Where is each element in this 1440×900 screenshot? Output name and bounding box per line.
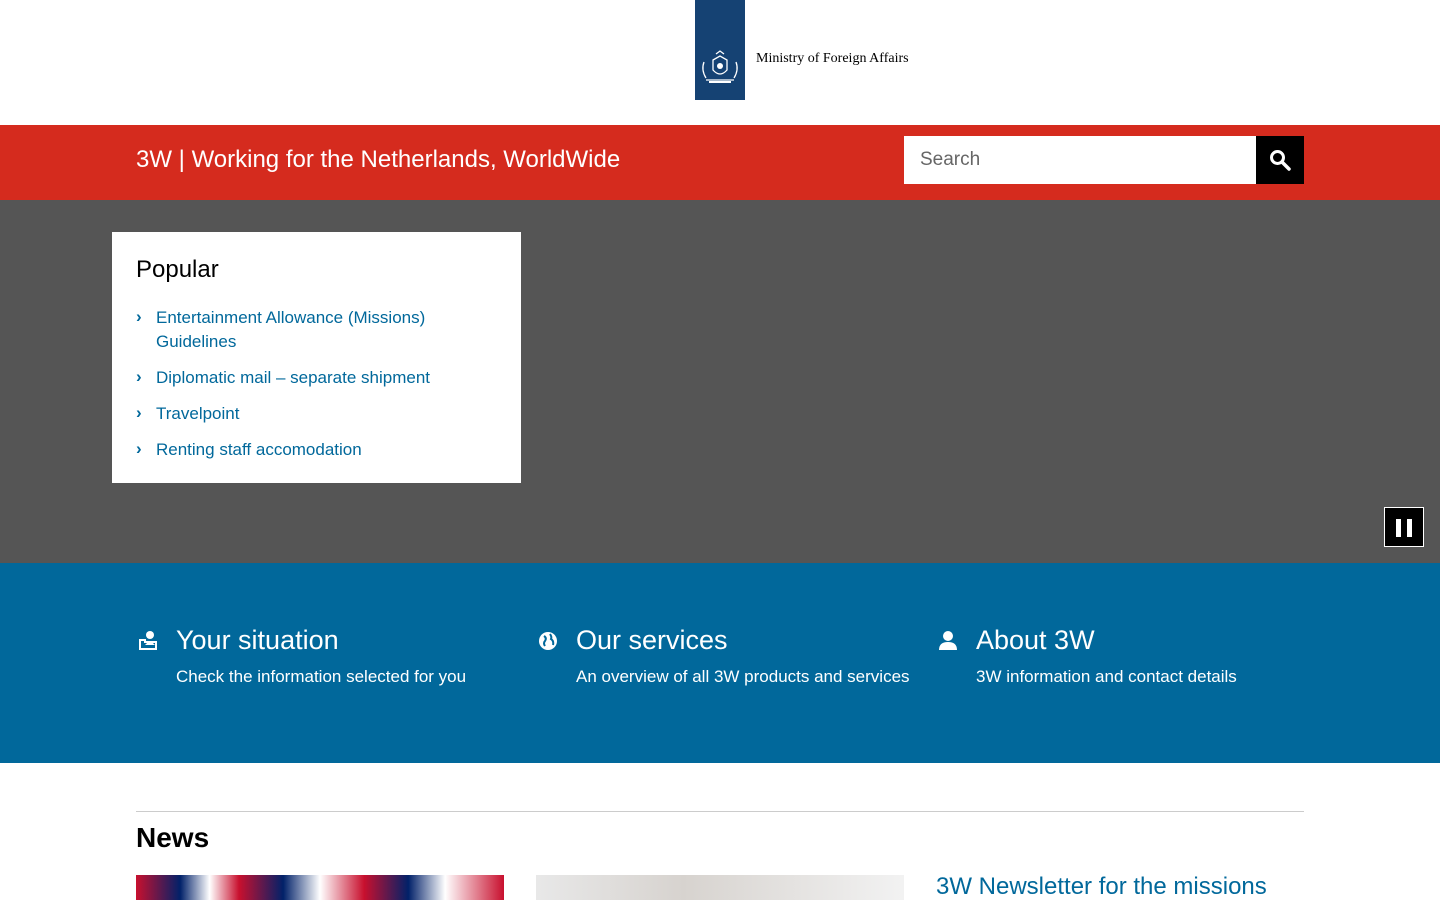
news-image-flags[interactable]: [136, 875, 504, 900]
news-heading: News: [136, 822, 210, 853]
news-divider: [136, 811, 1304, 812]
popular-list: › Entertainment Allowance (Missions) Gui…: [136, 306, 497, 462]
chevron-right-icon: ›: [136, 307, 142, 326]
tile-description: Check the information selected for you: [176, 667, 467, 686]
tile-title-our-services[interactable]: Our services: [576, 625, 728, 656]
carousel-pause-button[interactable]: [1384, 507, 1424, 547]
popular-link-entertainment-allowance[interactable]: Entertainment Allowance (Missions) Guide…: [156, 308, 425, 351]
popular-box: Popular › Entertainment Allowance (Missi…: [112, 232, 521, 483]
site-banner: 3W | Working for the Netherlands, WorldW…: [0, 125, 1440, 200]
popular-item: › Travelpoint: [136, 402, 497, 426]
tile-description: 3W information and contact details: [976, 667, 1237, 686]
coat-of-arms-icon: [702, 50, 738, 83]
person-icon: [939, 631, 957, 650]
popular-item: › Entertainment Allowance (Missions) Gui…: [136, 306, 497, 354]
tile-title-your-situation[interactable]: Your situation: [176, 625, 339, 656]
site-title-link[interactable]: 3W | Working for the Netherlands, WorldW…: [136, 146, 620, 174]
news-image[interactable]: [536, 875, 904, 900]
tile-title-about-3w[interactable]: About 3W: [976, 625, 1095, 656]
popular-heading: Popular: [136, 256, 219, 283]
tile-description: An overview of all 3W products and servi…: [576, 667, 910, 686]
popular-item: › Renting staff accomodation: [136, 438, 497, 462]
chevron-right-icon: ›: [136, 367, 142, 386]
popular-link-diplomatic-mail[interactable]: Diplomatic mail – separate shipment: [156, 368, 430, 387]
ministry-logo[interactable]: [695, 0, 745, 100]
search-icon: [1270, 150, 1291, 171]
search-input[interactable]: [904, 136, 1256, 184]
popular-item: › Diplomatic mail – separate shipment: [136, 366, 497, 390]
navigation-tiles: Your situation Check the information sel…: [0, 563, 1440, 763]
site-header: Ministry of Foreign Affairs: [0, 0, 1440, 125]
popular-link-renting-staff[interactable]: Renting staff accomodation: [156, 440, 362, 459]
chevron-right-icon: ›: [136, 439, 142, 458]
search-button[interactable]: [1256, 136, 1304, 184]
pause-icon: [1396, 519, 1401, 537]
popular-link-travelpoint[interactable]: Travelpoint: [156, 404, 239, 423]
hero-carousel: Popular › Entertainment Allowance (Missi…: [0, 200, 1440, 563]
news-link-newsletter[interactable]: 3W Newsletter for the missions: [936, 873, 1267, 900]
user-situation-icon: [139, 631, 157, 650]
ministry-name: Ministry of Foreign Affairs: [756, 51, 909, 66]
chevron-right-icon: ›: [136, 403, 142, 422]
globe-icon: [539, 632, 557, 650]
